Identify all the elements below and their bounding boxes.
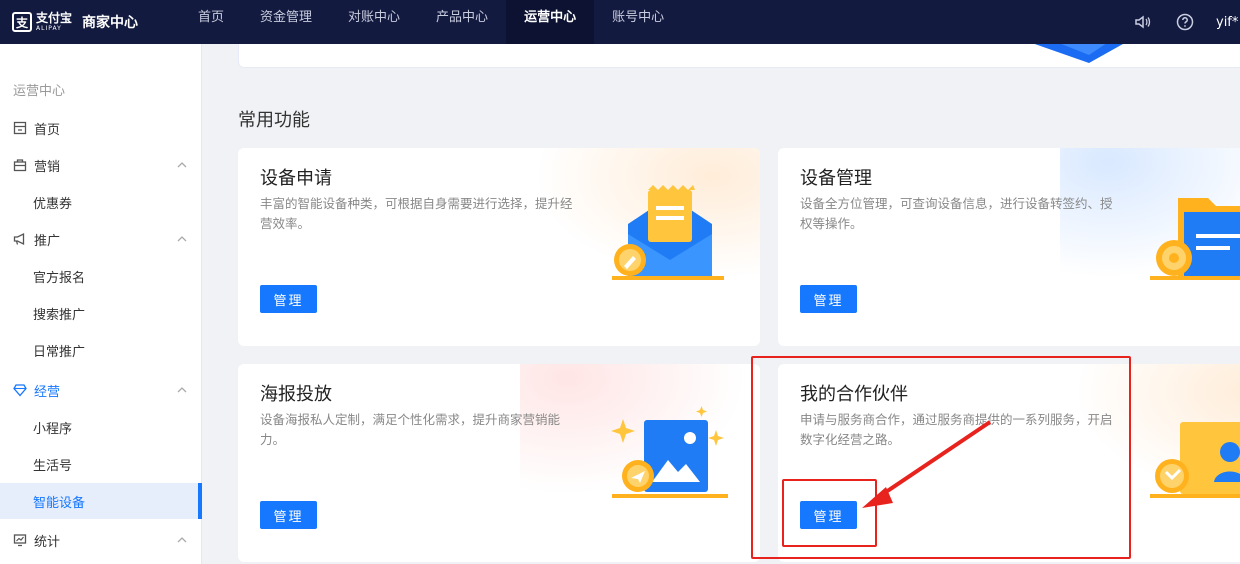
chevron-up-icon[interactable] [176, 233, 188, 245]
nav-item-products[interactable]: 产品中心 [418, 0, 506, 44]
nav-item-funds[interactable]: 资金管理 [242, 0, 330, 44]
card-device-application: 设备申请 丰富的智能设备种类，可根据自身需要进行选择，提升经营效率。 管理 [238, 148, 760, 346]
envelope-illustration-icon [612, 185, 724, 280]
home-icon [12, 120, 28, 136]
manage-button[interactable]: 管理 [260, 501, 317, 529]
nav-item-home[interactable]: 首页 [180, 0, 242, 44]
sidebar-item-official-signup[interactable]: 官方报名 [0, 258, 202, 294]
sidebar-item-operations[interactable]: 经营 [0, 372, 202, 408]
sidebar-section-title: 运营中心 [13, 84, 66, 99]
chevron-up-icon[interactable] [176, 534, 188, 546]
card-title: 设备申请 [260, 168, 332, 189]
poster-illustration-icon [611, 406, 728, 498]
alipay-logo-mark: 支 [12, 12, 32, 32]
sidebar-item-promotion[interactable]: 推广 [0, 221, 202, 257]
help-icon[interactable] [1170, 7, 1200, 37]
sidebar-item-statistics[interactable]: 统计 [0, 522, 202, 558]
shop-icon [12, 157, 28, 173]
sidebar-item-home[interactable]: 首页 [0, 110, 202, 146]
speaker-icon[interactable] [1128, 7, 1158, 37]
sidebar-item-marketing[interactable]: 营销 [0, 147, 202, 183]
card-description: 丰富的智能设备种类，可根据自身需要进行选择，提升经营效率。 [260, 196, 573, 231]
sidebar-item-life-account[interactable]: 生活号 [0, 446, 202, 482]
card-device-management: 设备管理 设备全方位管理，可查询设备信息，进行设备转签约、授权等操作。 管理 [778, 148, 1240, 346]
nav-item-reconciliation[interactable]: 对账中心 [330, 0, 418, 44]
gem-icon [12, 382, 28, 398]
sidebar: 运营中心 首页 营销 优惠券 推广 官方报名 搜索推广 日常推广 经营 小程序 … [0, 44, 202, 564]
top-navigation-bar: 支 支付宝 ALIPAY 商家中心 首页 资金管理 对账中心 产品中心 运营中心… [0, 0, 1240, 44]
card-title: 海报投放 [260, 384, 332, 405]
card-description: 设备海报私人定制，满足个性化需求，提升商家营销能力。 [260, 412, 561, 447]
alipay-logo[interactable]: 支 支付宝 ALIPAY 商家中心 [12, 8, 138, 36]
manage-button[interactable]: 管理 [800, 285, 857, 313]
chevron-up-icon[interactable] [176, 384, 188, 396]
partner-card-illustration-icon [1150, 422, 1240, 498]
folder-gear-illustration-icon [1150, 198, 1240, 280]
sidebar-item-search-promotion[interactable]: 搜索推广 [0, 295, 202, 331]
card-poster-delivery: 海报投放 设备海报私人定制，满足个性化需求，提升商家营销能力。 管理 [238, 364, 760, 562]
section-title: 常用功能 [238, 110, 310, 131]
sidebar-item-coupons[interactable]: 优惠券 [0, 184, 202, 220]
chevron-up-icon[interactable] [176, 159, 188, 171]
sidebar-item-mini-program[interactable]: 小程序 [0, 409, 202, 445]
app-title: 商家中心 [82, 15, 139, 31]
top-banner [238, 44, 1240, 68]
banner-graphic [1034, 44, 1123, 63]
sidebar-item-smart-devices[interactable]: 智能设备 [0, 483, 202, 519]
card-description: 设备全方位管理，可查询设备信息，进行设备转签约、授权等操作。 [800, 196, 1113, 231]
chart-icon [12, 532, 28, 548]
nav-item-account[interactable]: 账号中心 [594, 0, 682, 44]
manage-button[interactable]: 管理 [260, 285, 317, 313]
megaphone-icon [12, 231, 28, 247]
main-nav: 首页 资金管理 对账中心 产品中心 运营中心 账号中心 [180, 0, 682, 44]
card-title: 设备管理 [800, 168, 872, 189]
user-name[interactable]: yif* [1216, 15, 1240, 30]
annotation-button-highlight [782, 479, 877, 547]
logo-name: 支付宝 [36, 11, 73, 25]
nav-item-operations[interactable]: 运营中心 [506, 0, 595, 44]
sidebar-item-daily-promotion[interactable]: 日常推广 [0, 332, 202, 368]
logo-sub: ALIPAY [36, 25, 62, 32]
